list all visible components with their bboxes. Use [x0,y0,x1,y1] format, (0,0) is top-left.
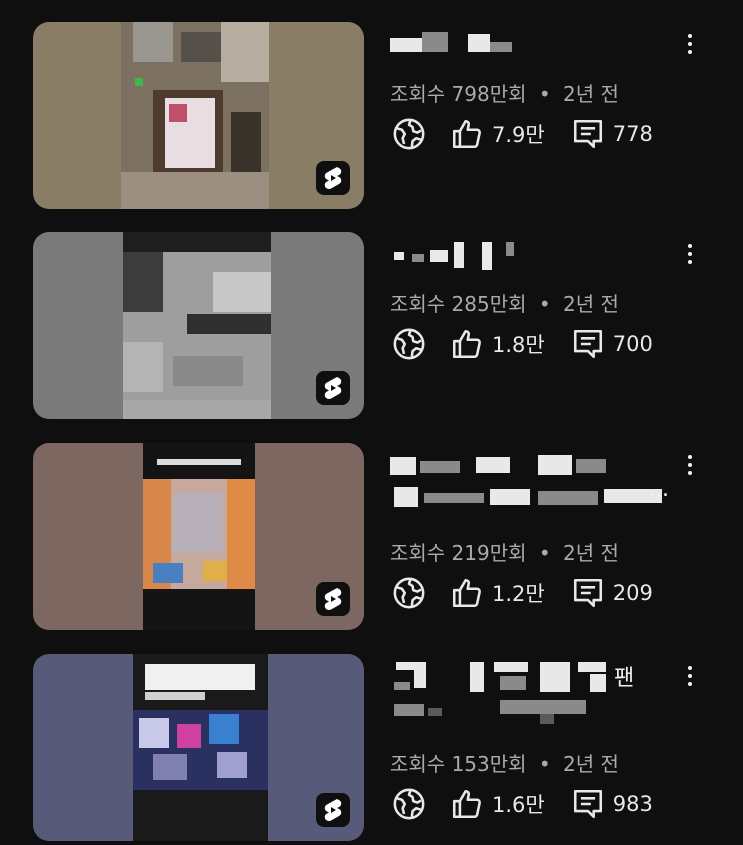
shorts-icon [316,161,350,195]
comment-icon[interactable] [569,574,607,612]
globe-icon[interactable] [390,574,428,612]
video-meta: 조회수 219만회 • 2년 전 [390,537,619,566]
upload-age: 2년 전 [563,752,619,776]
comment-count: 700 [612,332,653,356]
meta-separator: • [538,752,551,776]
video-meta: 조회수 798만회 • 2년 전 [390,78,619,107]
video-thumbnail[interactable] [33,232,364,419]
like-count: 1.8만 [492,333,545,357]
video-item[interactable]: 팬 조회수 153만회 • 2년 전 1.6만 983 [0,654,743,844]
globe-icon[interactable] [390,325,428,363]
video-thumbnail[interactable] [33,443,364,630]
upload-age: 2년 전 [563,541,619,565]
thumbs-up-icon[interactable] [448,785,486,823]
comment-icon[interactable] [569,785,607,823]
comment-icon[interactable] [569,325,607,363]
video-item[interactable]: ... 조회수 219만회 • 2년 전 1.2만 209 [0,443,743,633]
video-item[interactable]: 조회수 798만회 • 2년 전 7.9만 778 [0,22,743,212]
more-vert-icon[interactable] [678,660,702,692]
shorts-icon [316,371,350,405]
upload-age: 2년 전 [563,292,619,316]
view-count: 조회수 153만회 [390,752,527,776]
video-title-suffix: 팬 [614,666,635,691]
video-thumbnail[interactable] [33,22,364,209]
video-meta: 조회수 153만회 • 2년 전 [390,748,619,777]
more-vert-icon[interactable] [678,449,702,481]
meta-separator: • [538,541,551,565]
view-count: 조회수 219만회 [390,541,527,565]
comment-icon[interactable] [569,115,607,153]
like-count: 1.6만 [492,793,545,817]
thumbs-up-icon[interactable] [448,574,486,612]
like-count: 1.2만 [492,582,545,606]
shorts-icon [316,582,350,616]
more-vert-icon[interactable] [678,28,702,60]
thumbs-up-icon[interactable] [448,115,486,153]
like-count: 7.9만 [492,123,545,147]
video-title-suffix: ... [648,477,669,502]
video-meta: 조회수 285만회 • 2년 전 [390,288,619,317]
comment-count: 209 [612,581,653,605]
globe-icon[interactable] [390,115,428,153]
view-count: 조회수 285만회 [390,292,527,316]
comment-count: 778 [612,122,653,146]
view-count: 조회수 798만회 [390,82,527,106]
meta-separator: • [538,292,551,316]
thumbs-up-icon[interactable] [448,325,486,363]
video-item[interactable]: 조회수 285만회 • 2년 전 1.8만 700 [0,232,743,422]
shorts-icon [316,793,350,827]
upload-age: 2년 전 [563,82,619,106]
globe-icon[interactable] [390,785,428,823]
video-thumbnail[interactable] [33,654,364,841]
more-vert-icon[interactable] [678,238,702,270]
meta-separator: • [538,82,551,106]
comment-count: 983 [612,792,653,816]
